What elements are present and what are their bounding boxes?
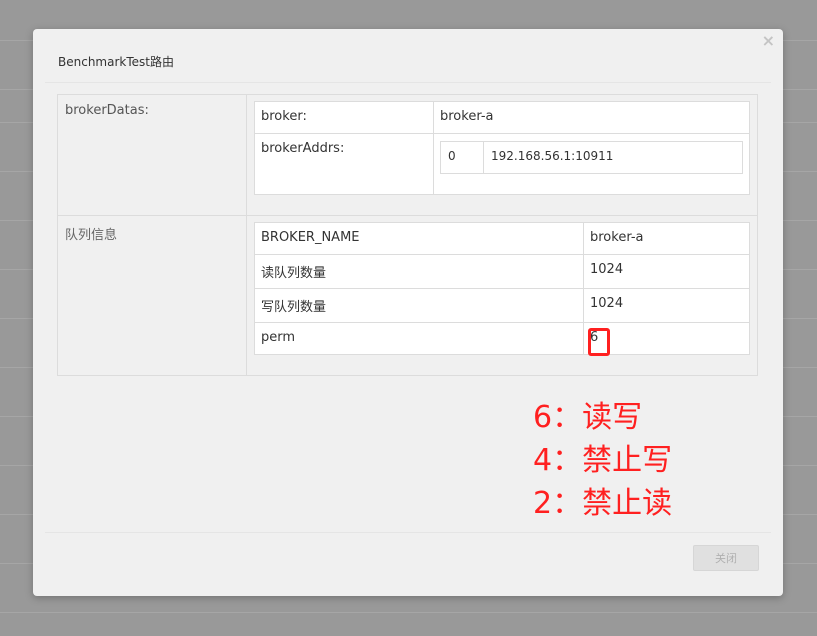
queue-info-label: 队列信息 [57,215,247,376]
addr-value: 192.168.56.1:10911 [483,141,743,174]
broker-addrs-table: 0 192.168.56.1:10911 [440,141,743,174]
queue-key-read: 读队列数量 [254,254,584,289]
broker-addrs-key: brokerAddrs: [254,133,434,195]
table-row: 写队列数量 1024 [254,288,750,323]
header-divider [45,82,771,83]
queue-key-write: 写队列数量 [254,288,584,323]
broker-datas-label: brokerDatas: [57,94,247,216]
topic-route-modal: × BenchmarkTest路由 brokerDatas: broker: b… [33,29,783,596]
queue-table: BROKER_NAME broker-a 读队列数量 1024 写队列数量 10… [254,222,750,356]
annotation-perm-4: 4：禁止写 [533,443,673,478]
perm-value-wrap: 6 [588,328,610,356]
annotation-perm-2: 2：禁止读 [533,486,673,521]
queue-info-value: BROKER_NAME broker-a 读队列数量 1024 写队列数量 10… [246,215,758,376]
table-row: broker: broker-a [254,101,750,134]
table-row: perm 6 [254,322,750,356]
footer-divider [45,532,771,533]
modal-title: BenchmarkTest路由 [58,55,174,69]
annotation-perm-6: 6：读写 [533,400,643,435]
table-row: brokerAddrs: 0 192.168.56.1:10911 [254,133,750,195]
broker-datas-row: brokerDatas: broker: broker-a brokerAddr… [57,94,758,216]
broker-key: broker: [254,101,434,134]
table-row: BROKER_NAME broker-a [254,222,750,255]
close-icon[interactable]: × [762,31,775,51]
broker-addrs-value: 0 192.168.56.1:10911 [433,133,750,195]
table-row: 读队列数量 1024 [254,254,750,289]
broker-datas-value: broker: broker-a brokerAddrs: 0 192.168.… [246,94,758,216]
queue-value-read: 1024 [583,254,750,289]
perm-highlight-box [588,328,610,356]
queue-key-perm: perm [254,322,584,355]
route-table: brokerDatas: broker: broker-a brokerAddr… [57,94,758,376]
broker-table: broker: broker-a brokerAddrs: 0 192.168.… [254,101,750,195]
queue-value-perm-cell: 6 [583,322,750,356]
addr-index: 0 [440,141,484,174]
queue-value-write: 1024 [583,288,750,323]
queue-info-row: 队列信息 BROKER_NAME broker-a 读队列数量 1024 写队列… [57,215,758,376]
broker-value: broker-a [433,101,750,134]
queue-value-broker-name: broker-a [583,222,750,255]
queue-key-broker-name: BROKER_NAME [254,222,584,255]
close-button[interactable]: 关闭 [693,545,759,571]
table-row: 0 192.168.56.1:10911 [440,141,743,174]
